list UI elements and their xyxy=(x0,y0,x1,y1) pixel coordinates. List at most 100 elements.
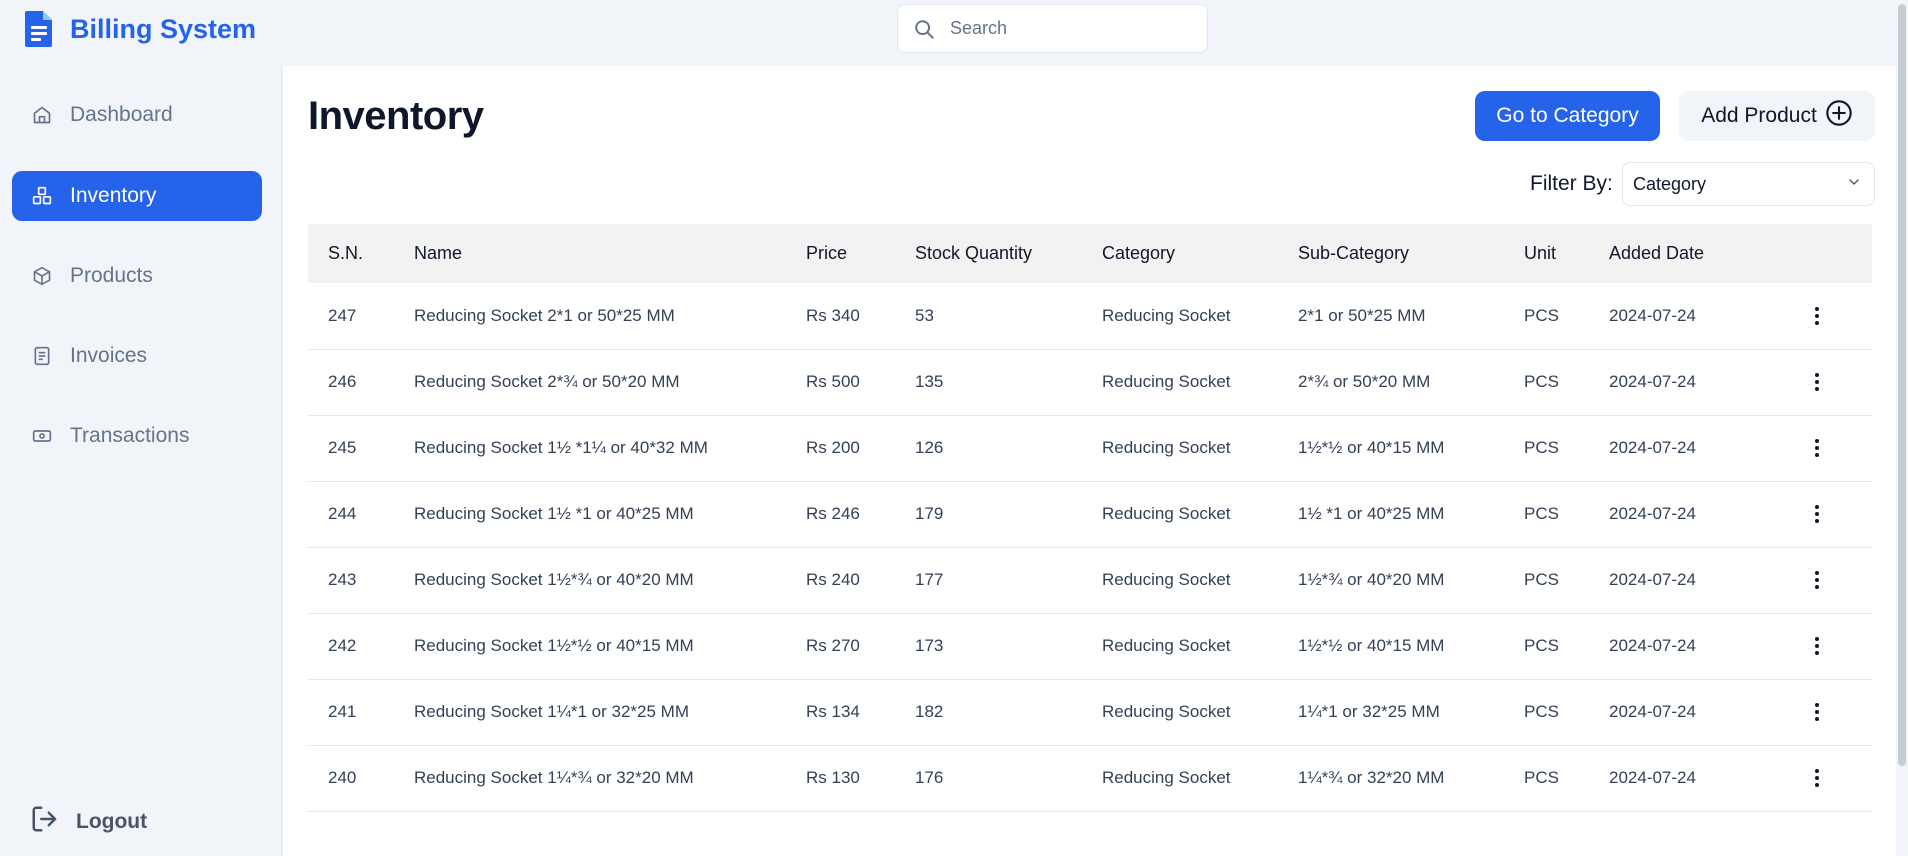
cell-actions xyxy=(1779,679,1872,745)
more-options-icon[interactable] xyxy=(1805,700,1829,724)
cell-price: Rs 200 xyxy=(806,438,860,457)
sidebar-item-invoices[interactable]: Invoices xyxy=(12,331,262,381)
column-header-sub-category[interactable]: Sub-Category xyxy=(1278,224,1504,283)
more-options-icon[interactable] xyxy=(1805,370,1829,394)
cell-stock: 126 xyxy=(915,438,944,457)
search-icon xyxy=(912,17,936,41)
table-row[interactable]: 245 Reducing Socket 1½ *1¼ or 40*32 MM Rs … xyxy=(308,415,1872,481)
scrollbar-thumb[interactable] xyxy=(1898,4,1906,766)
table-row[interactable]: 243 Reducing Socket 1½*¾ or 40*20 MM Rs 24… xyxy=(308,547,1872,613)
cell-category: Reducing Socket xyxy=(1102,636,1231,655)
filter-value: Category xyxy=(1633,173,1707,194)
logout-button[interactable]: Logout xyxy=(30,804,147,840)
cell-sn: 246 xyxy=(328,372,357,391)
column-header-category[interactable]: Category xyxy=(1082,224,1278,283)
cell-added-date: 2024-07-24 xyxy=(1609,372,1696,391)
column-header-added-date[interactable]: Added Date xyxy=(1589,224,1779,283)
cell-actions xyxy=(1779,283,1872,349)
cell-stock: 173 xyxy=(915,636,944,655)
cell-sn: 242 xyxy=(328,636,357,655)
page-title: Inventory xyxy=(308,94,484,138)
sidebar-item-dashboard[interactable]: Dashboard xyxy=(12,90,262,140)
cell-name: Reducing Socket 1½ *1¼ or 40*32 MM xyxy=(414,438,708,457)
sidebar-item-label: Invoices xyxy=(70,344,148,367)
more-options-icon[interactable] xyxy=(1805,634,1829,658)
cell-actions xyxy=(1779,481,1872,547)
cell-price: Rs 240 xyxy=(806,570,860,589)
cell-stock: 135 xyxy=(915,372,944,391)
cell-name: Reducing Socket 2*¾ or 50*20 MM xyxy=(414,372,680,391)
sidebar-item-label: Products xyxy=(70,264,153,287)
add-product-label: Add Product xyxy=(1701,104,1817,127)
filter-label: Filter By: xyxy=(1530,172,1613,195)
table-row[interactable]: 242 Reducing Socket 1½*½ or 40*15 MM Rs 27… xyxy=(308,613,1872,679)
table-header-row: S.N. Name Price Stock Quantity Category … xyxy=(308,224,1872,283)
sidebar-item-inventory[interactable]: Inventory xyxy=(12,171,262,221)
billing-document-icon xyxy=(22,9,56,49)
cell-sn: 243 xyxy=(328,570,357,589)
go-to-category-button[interactable]: Go to Category xyxy=(1475,91,1660,141)
cell-category: Reducing Socket xyxy=(1102,438,1231,457)
search-box[interactable] xyxy=(897,4,1208,53)
cell-sub-category: 1½*¾ or 40*20 MM xyxy=(1298,570,1445,589)
cell-actions xyxy=(1779,547,1872,613)
cell-sub-category: 1½ *1 or 40*25 MM xyxy=(1298,504,1445,523)
more-options-icon[interactable] xyxy=(1805,568,1829,592)
search-input[interactable] xyxy=(950,18,1190,39)
cell-name: Reducing Socket 1¼*¾ or 32*20 MM xyxy=(414,768,694,787)
cell-price: Rs 134 xyxy=(806,702,860,721)
cell-stock: 182 xyxy=(915,702,944,721)
table-row[interactable]: 240 Reducing Socket 1¼*¾ or 32*20 MM Rs 13… xyxy=(308,745,1872,811)
cell-added-date: 2024-07-24 xyxy=(1609,702,1696,721)
sidebar-item-transactions[interactable]: Transactions xyxy=(12,411,262,461)
add-product-button[interactable]: Add Product xyxy=(1679,91,1875,141)
cell-unit: PCS xyxy=(1524,438,1559,457)
column-header-actions xyxy=(1779,224,1872,283)
column-header-sn[interactable]: S.N. xyxy=(308,224,394,283)
cell-sub-category: 1½*½ or 40*15 MM xyxy=(1298,438,1445,457)
cell-added-date: 2024-07-24 xyxy=(1609,504,1696,523)
more-options-icon[interactable] xyxy=(1805,436,1829,460)
more-options-icon[interactable] xyxy=(1805,304,1829,328)
table-row[interactable]: 247 Reducing Socket 2*1 or 50*25 MM Rs 340… xyxy=(308,283,1872,349)
cell-added-date: 2024-07-24 xyxy=(1609,305,1696,325)
more-options-icon[interactable] xyxy=(1805,502,1829,526)
cell-unit: PCS xyxy=(1524,768,1559,787)
cell-unit: PCS xyxy=(1524,504,1559,523)
scrollbar[interactable] xyxy=(1896,0,1908,856)
table-row[interactable]: 244 Reducing Socket 1½ *1 or 40*25 MM Rs 2… xyxy=(308,481,1872,547)
cell-added-date: 2024-07-24 xyxy=(1609,768,1696,787)
column-header-unit[interactable]: Unit xyxy=(1504,224,1589,283)
cell-name: Reducing Socket 1½*½ or 40*15 MM xyxy=(414,636,694,655)
filter-select[interactable]: Category xyxy=(1622,162,1875,206)
inventory-table: S.N. Name Price Stock Quantity Category … xyxy=(308,224,1872,812)
column-header-price[interactable]: Price xyxy=(786,224,895,283)
logout-icon xyxy=(30,804,60,840)
sidebar-item-products[interactable]: Products xyxy=(12,251,262,301)
cell-actions xyxy=(1779,745,1872,811)
document-icon xyxy=(32,346,52,366)
cell-unit: PCS xyxy=(1524,372,1559,391)
more-options-icon[interactable] xyxy=(1805,766,1829,790)
cell-name: Reducing Socket 1¼*1 or 32*25 MM xyxy=(414,702,689,721)
sidebar-item-label: Inventory xyxy=(70,184,157,207)
cell-stock: 177 xyxy=(915,570,944,589)
table-row[interactable]: 241 Reducing Socket 1¼*1 or 32*25 MM Rs 13… xyxy=(308,679,1872,745)
cell-sub-category: 1¼*¾ or 32*20 MM xyxy=(1298,768,1445,787)
plus-circle-icon xyxy=(1825,99,1853,133)
column-header-name[interactable]: Name xyxy=(394,224,786,283)
table-row[interactable]: 246 Reducing Socket 2*¾ or 50*20 MM Rs 500… xyxy=(308,349,1872,415)
cell-sn: 240 xyxy=(328,768,357,787)
cell-sn: 244 xyxy=(328,504,357,523)
cell-sn: 245 xyxy=(328,438,357,457)
cell-unit: PCS xyxy=(1524,702,1559,721)
cell-stock: 176 xyxy=(915,768,944,787)
brand[interactable]: Billing System xyxy=(22,8,256,50)
cell-price: Rs 130 xyxy=(806,768,860,787)
cell-category: Reducing Socket xyxy=(1102,570,1231,589)
column-header-stock[interactable]: Stock Quantity xyxy=(895,224,1082,283)
cell-unit: PCS xyxy=(1524,636,1559,655)
cell-price: Rs 340 xyxy=(806,305,860,325)
home-icon xyxy=(32,105,52,125)
cell-stock: 53 xyxy=(915,305,934,325)
